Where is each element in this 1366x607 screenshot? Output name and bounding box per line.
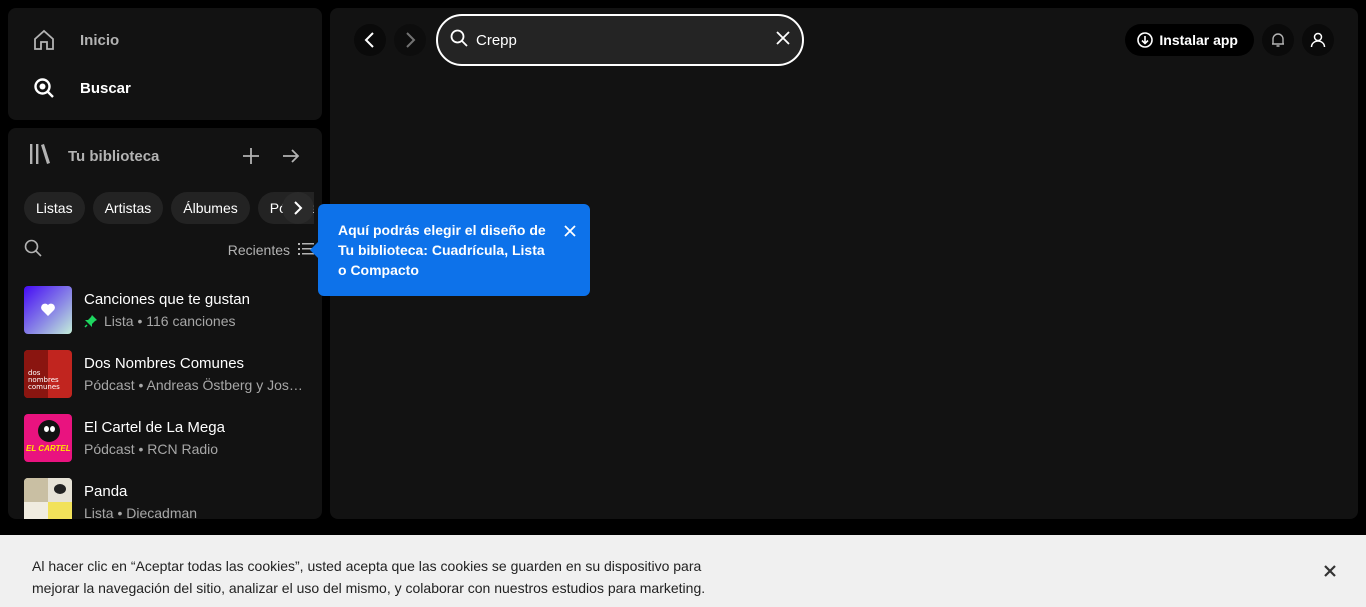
library-tools: Recientes	[24, 236, 314, 264]
heart-icon	[41, 303, 55, 316]
library-search-icon[interactable]	[24, 239, 42, 262]
list-item[interactable]: Panda Lista • Diecadman	[24, 470, 314, 519]
back-button[interactable]	[354, 24, 386, 56]
chip-listas[interactable]: Listas	[24, 192, 85, 224]
close-icon[interactable]	[564, 222, 576, 242]
download-icon	[1137, 32, 1154, 48]
search-icon	[28, 72, 60, 104]
user-menu-button[interactable]	[1302, 24, 1334, 56]
item-subtitle: Lista • 116 canciones	[104, 313, 236, 329]
close-icon[interactable]	[1318, 559, 1342, 583]
list-item[interactable]: dos nombres comunes Dos Nombres Comunes …	[24, 342, 314, 406]
chip-artistas[interactable]: Artistas	[92, 192, 164, 224]
nav-search[interactable]: Buscar	[28, 72, 131, 104]
app-root: Inicio Buscar Tu biblioteca Listas Artis…	[0, 0, 1366, 607]
main-nav: Inicio Buscar	[8, 8, 322, 120]
cover-text: dos nombres comunes	[28, 369, 60, 391]
list-item[interactable]: EL CARTEL El Cartel de La Mega Pódcast •…	[24, 406, 314, 470]
tooltip-text: Aquí podrás elegir el diseño de Tu bibli…	[338, 222, 546, 278]
search-icon	[450, 29, 468, 52]
liked-songs-cover	[24, 286, 72, 334]
list-item[interactable]: Canciones que te gustan Lista • 116 canc…	[24, 278, 314, 342]
forward-button[interactable]	[394, 24, 426, 56]
chevron-left-icon	[364, 32, 374, 48]
item-title: Canciones que te gustan	[84, 291, 250, 308]
install-app-label: Instalar app	[1159, 32, 1238, 48]
nav-search-label: Buscar	[80, 79, 131, 97]
plus-icon[interactable]	[236, 141, 266, 171]
library-title[interactable]: Tu biblioteca	[68, 148, 159, 165]
cookie-text: Al hacer clic en “Aceptar todas las cook…	[32, 558, 706, 596]
nav-home[interactable]: Inicio	[28, 24, 119, 56]
top-bar: Crepp Instalar app	[354, 14, 1334, 66]
item-subtitle: Pódcast • Andreas Östberg y Jos…	[84, 377, 303, 393]
chevron-right-icon	[406, 32, 416, 48]
library-filter-chips: Listas Artistas Álbumes Pódcasts	[24, 192, 314, 224]
arrow-right-icon[interactable]	[276, 141, 306, 171]
search-query[interactable]: Crepp	[476, 32, 776, 49]
user-icon	[1310, 32, 1326, 48]
notifications-button[interactable]	[1262, 24, 1294, 56]
layout-tooltip: Aquí podrás elegir el diseño de Tu bibli…	[310, 204, 590, 296]
item-title: Dos Nombres Comunes	[84, 355, 245, 372]
item-subtitle: Pódcast • RCN Radio	[84, 441, 219, 457]
chevron-right-icon[interactable]	[282, 192, 314, 224]
playlist-cover	[24, 478, 72, 519]
pin-icon	[84, 315, 97, 328]
nav-home-label: Inicio	[80, 31, 120, 49]
library-header: Tu biblioteca	[28, 142, 306, 170]
home-icon	[28, 24, 60, 56]
chip-albumes[interactable]: Álbumes	[171, 192, 250, 224]
install-app-button[interactable]: Instalar app	[1125, 24, 1254, 56]
cover-text: EL CARTEL	[26, 444, 71, 453]
library-icon[interactable]	[28, 142, 54, 171]
search-input[interactable]: Crepp	[436, 14, 804, 66]
library-list: Canciones que te gustan Lista • 116 canc…	[24, 278, 314, 519]
item-title: El Cartel de La Mega	[84, 419, 225, 436]
podcast-cover: EL CARTEL	[24, 414, 72, 462]
sort-label: Recientes	[227, 242, 290, 258]
cookie-banner: Al hacer clic en “Aceptar todas las cook…	[0, 535, 1366, 607]
item-subtitle: Lista • Diecadman	[84, 505, 198, 519]
item-title: Panda	[84, 483, 128, 500]
clear-search-icon[interactable]	[776, 30, 790, 50]
podcast-cover: dos nombres comunes	[24, 350, 72, 398]
bell-icon	[1272, 33, 1284, 47]
library-panel: Tu biblioteca Listas Artistas Álbumes Pó…	[8, 128, 322, 519]
sort-button[interactable]: Recientes	[228, 242, 314, 259]
